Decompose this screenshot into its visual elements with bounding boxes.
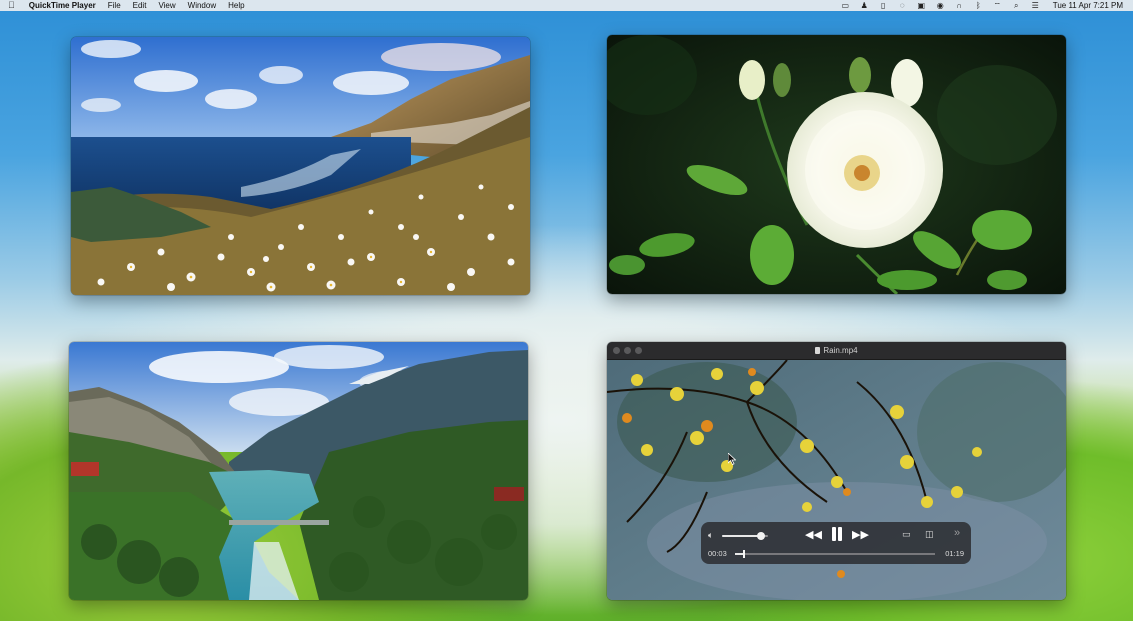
playback-controls[interactable]: 🔈︎ ◀◀ ▶▶ ▭ ◫ » 00:03 01:19 xyxy=(701,522,971,564)
coastal-flowers-video-frame xyxy=(71,37,530,295)
wifi-icon[interactable]: ⌔ xyxy=(993,2,1002,10)
rewind-button[interactable]: ◀◀ xyxy=(805,528,822,541)
menu-app-name[interactable]: QuickTime Player xyxy=(29,0,96,11)
search-icon[interactable]: ⌕ xyxy=(1012,2,1021,10)
bluetooth-icon[interactable]: ᛒ xyxy=(974,2,983,10)
more-options-chevron-icon[interactable]: » xyxy=(954,527,960,539)
time-remaining: 01:19 xyxy=(945,549,964,558)
menu-window[interactable]: Window xyxy=(188,0,216,11)
airplay-icon[interactable]: ▭ xyxy=(902,529,911,540)
battery-icon[interactable]: ▯ xyxy=(879,2,888,10)
video-window-rose[interactable] xyxy=(607,35,1066,294)
fast-forward-button[interactable]: ▶▶ xyxy=(852,528,869,541)
time-elapsed: 00:03 xyxy=(708,549,727,558)
pause-button[interactable] xyxy=(830,527,844,541)
picture-in-picture-icon[interactable]: ◫ xyxy=(925,529,934,540)
mouse-pointer-icon xyxy=(728,453,736,465)
scrubber-playhead[interactable] xyxy=(743,550,745,558)
scrubber-bar[interactable] xyxy=(735,550,935,558)
apple-logo-icon[interactable]:  xyxy=(8,0,15,11)
zoom-window-button[interactable] xyxy=(635,347,642,354)
minimize-window-button[interactable] xyxy=(624,347,631,354)
player-title-bar[interactable]: Rain.mp4 xyxy=(607,342,1066,360)
menu-file[interactable]: File xyxy=(108,0,121,11)
document-icon xyxy=(815,347,821,354)
menu-bar:  QuickTime Player File Edit View Window… xyxy=(0,0,1133,11)
desktop:  QuickTime Player File Edit View Window… xyxy=(0,0,1133,621)
white-rose-video-frame xyxy=(607,35,1066,294)
person-icon[interactable]: ♟ xyxy=(860,2,869,10)
play-icon[interactable]: ◉ xyxy=(936,2,945,10)
close-window-button[interactable] xyxy=(613,347,620,354)
video-window-coast[interactable] xyxy=(71,37,530,295)
screen-icon[interactable]: ▣ xyxy=(917,2,926,10)
menu-edit[interactable]: Edit xyxy=(133,0,147,11)
menu-clock[interactable]: Tue 11 Apr 7:21 PM xyxy=(1053,1,1123,10)
fjord-landscape-video-frame xyxy=(69,342,528,600)
volume-slider-fill xyxy=(722,535,762,537)
paperclip-icon[interactable]: ◌ xyxy=(898,2,907,10)
headphones-icon[interactable]: ∩ xyxy=(955,2,964,10)
scrubber-fill xyxy=(735,553,743,555)
display-icon[interactable]: ▭ xyxy=(841,2,850,10)
quicktime-player-window[interactable]: Rain.mp4 🔈︎ ◀◀ ▶▶ ▭ ◫ » 00:03 01:19 xyxy=(607,342,1066,600)
menu-help[interactable]: Help xyxy=(228,0,244,11)
volume-icon[interactable]: 🔈︎ xyxy=(708,530,713,541)
player-window-title: Rain.mp4 xyxy=(823,346,858,355)
volume-slider-knob[interactable] xyxy=(757,532,766,540)
video-window-fjord[interactable] xyxy=(69,342,528,600)
control-center-icon[interactable]: ☰ xyxy=(1031,2,1040,10)
menu-view[interactable]: View xyxy=(158,0,175,11)
volume-slider[interactable] xyxy=(722,532,768,540)
